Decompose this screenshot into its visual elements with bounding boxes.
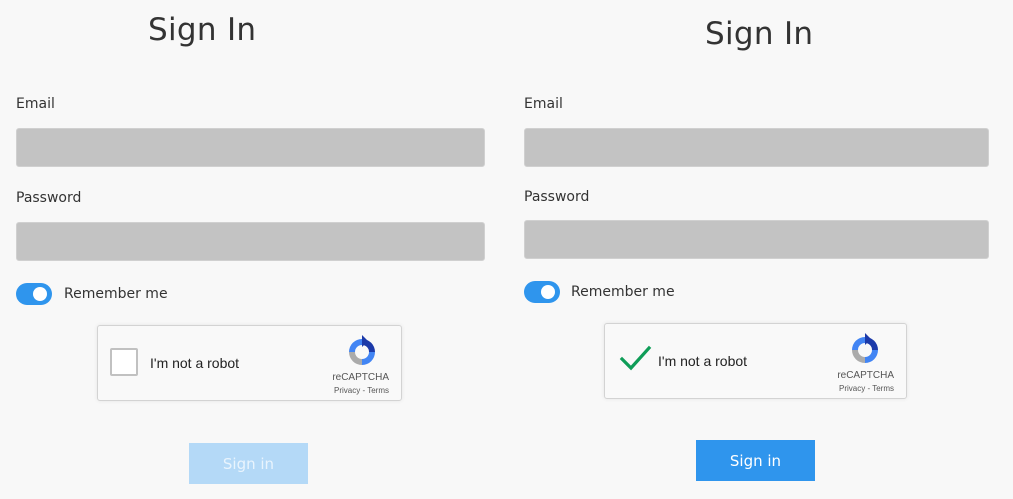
password-field[interactable] <box>16 222 485 261</box>
remember-me-toggle[interactable] <box>524 281 560 303</box>
checkmark-icon[interactable] <box>619 341 653 375</box>
toggle-knob <box>541 285 555 299</box>
recaptcha-logo-icon <box>349 335 375 365</box>
sign-in-form-unverified: Sign In Email Password Remember me I'm n… <box>0 0 506 499</box>
sign-in-form-verified: Sign In Email Password Remember me I'm n… <box>506 0 1013 499</box>
page-title: Sign In <box>705 16 814 52</box>
password-label: Password <box>524 189 590 205</box>
recaptcha-privacy-terms[interactable]: Privacy - Terms <box>839 384 894 393</box>
recaptcha-widget: I'm not a robot reCAPTCHA Privacy - Term… <box>604 323 907 399</box>
recaptcha-label: I'm not a robot <box>150 355 240 371</box>
password-label: Password <box>16 190 82 206</box>
recaptcha-brand: reCAPTCHA <box>332 372 389 383</box>
recaptcha-checkbox[interactable] <box>110 348 138 376</box>
recaptcha-privacy-terms[interactable]: Privacy - Terms <box>334 386 389 395</box>
recaptcha-brand: reCAPTCHA <box>837 370 894 381</box>
recaptcha-logo-icon <box>852 333 878 363</box>
email-field[interactable] <box>524 128 989 167</box>
sign-in-button[interactable]: Sign in <box>696 440 815 481</box>
remember-me-toggle[interactable] <box>16 283 52 305</box>
password-field[interactable] <box>524 220 989 259</box>
remember-me-label: Remember me <box>64 286 168 302</box>
email-label: Email <box>16 96 55 112</box>
sign-in-button[interactable]: Sign in <box>189 443 308 484</box>
remember-me-label: Remember me <box>571 284 675 300</box>
toggle-knob <box>33 287 47 301</box>
email-field[interactable] <box>16 128 485 167</box>
recaptcha-label: I'm not a robot <box>658 353 748 369</box>
page-title: Sign In <box>148 12 257 48</box>
recaptcha-widget: I'm not a robot reCAPTCHA Privacy - Term… <box>97 325 402 401</box>
email-label: Email <box>524 96 563 112</box>
